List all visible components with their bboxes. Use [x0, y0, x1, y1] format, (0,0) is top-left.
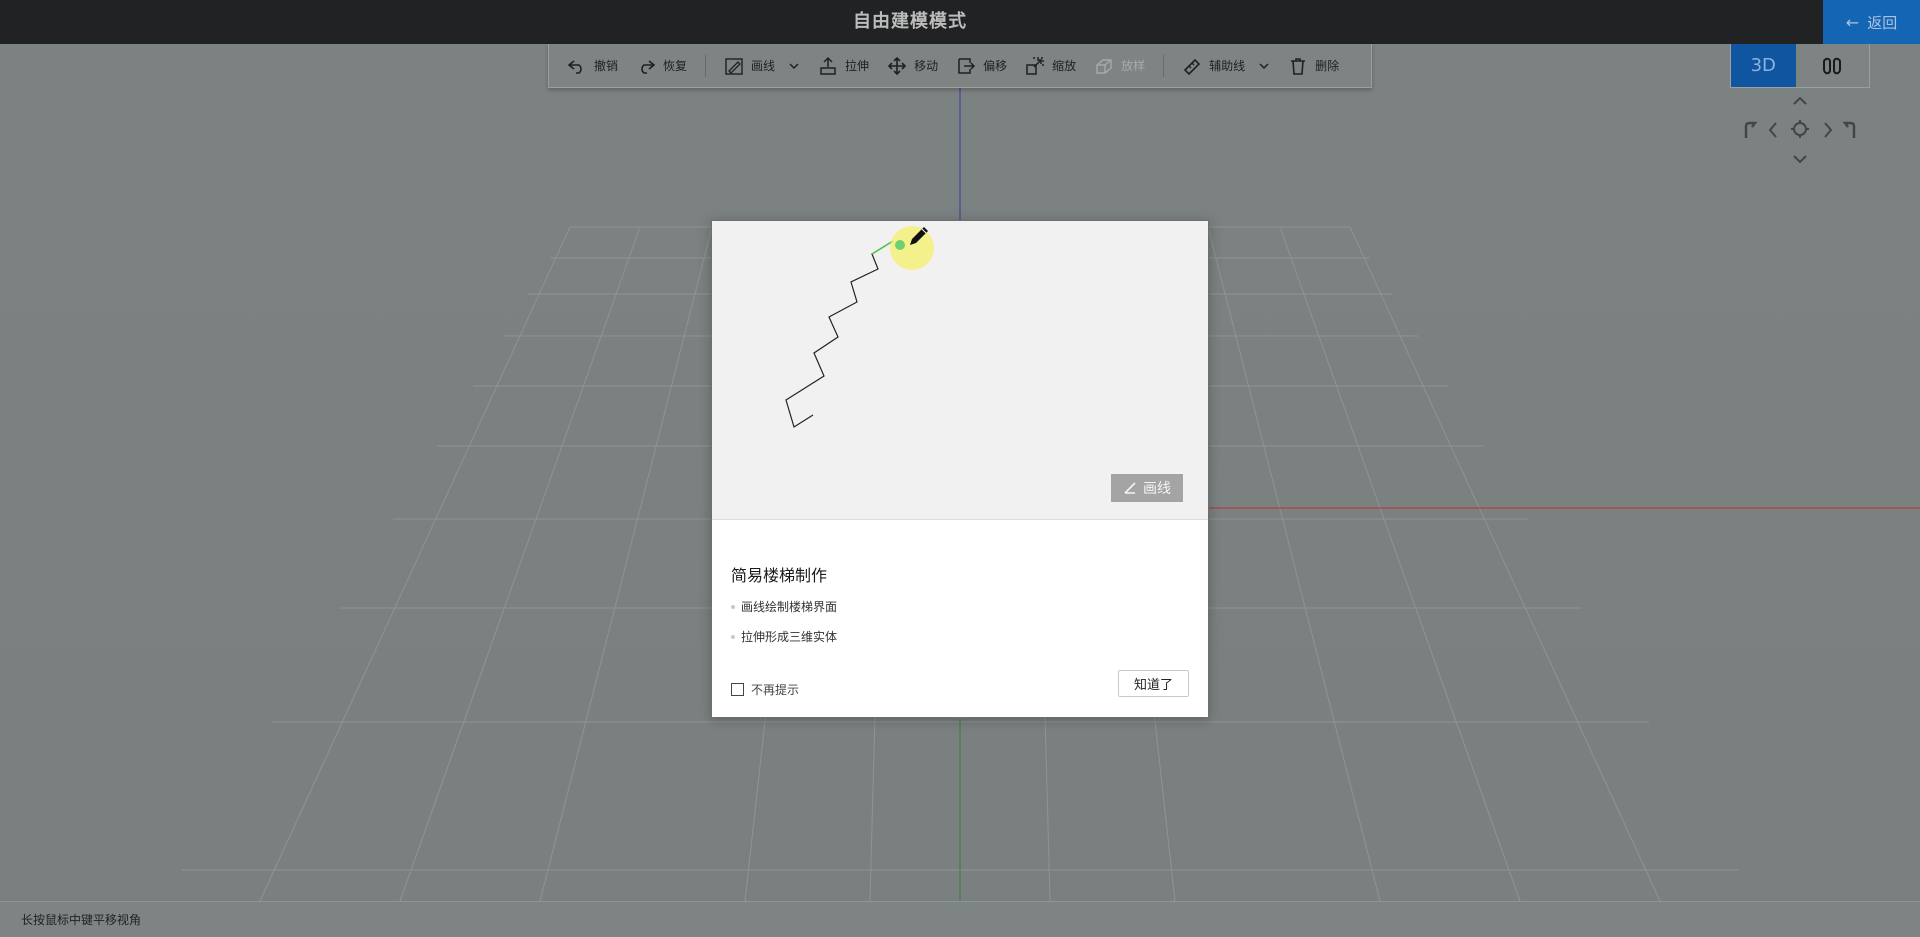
got-it-button[interactable]: 知道了 — [1118, 670, 1189, 697]
view-switch: 3D — [1730, 44, 1870, 88]
toolbar-divider — [705, 54, 707, 77]
view-3d-button[interactable]: 3D — [1731, 44, 1796, 87]
title-bar: 自由建模模式 ← 返回 — [0, 0, 1920, 44]
modeling-toolbar: 撤销 恢复 画线 拉伸 移动 偏移 缩放 放样 辅助线 删除 — [548, 44, 1372, 88]
bullet-dot-icon — [731, 604, 735, 609]
tutorial-step-text: 画线绘制楼梯界面 — [741, 600, 838, 614]
undo-icon — [567, 59, 582, 74]
app-title: 自由建模模式 — [853, 11, 967, 32]
camera-navigation — [1740, 95, 1860, 170]
arrow-left-icon: ← — [1845, 12, 1860, 32]
offset-icon — [958, 57, 976, 74]
ruler-icon — [1183, 58, 1201, 75]
draw-line-button[interactable]: 画线 — [724, 44, 800, 88]
rotate-left-icon[interactable] — [1742, 120, 1758, 140]
back-button[interactable]: ← 返回 — [1823, 0, 1920, 44]
pan-right-icon[interactable] — [1822, 121, 1834, 139]
trash-icon — [1291, 57, 1306, 75]
bullet-dot-icon — [731, 634, 735, 639]
tutorial-preview: 画线 — [712, 221, 1208, 520]
tutorial-dialog: 画线 简易楼梯制作 画线绘制楼梯界面 拉伸形成三维实体 不再提示 知道了 — [711, 220, 1209, 718]
redo-label: 恢复 — [663, 59, 688, 73]
loft-button[interactable]: 放样 — [1094, 44, 1145, 88]
dont-show-again-checkbox[interactable]: 不再提示 — [731, 681, 799, 698]
footprints-icon — [1823, 57, 1842, 74]
offset-label: 偏移 — [983, 59, 1008, 73]
tutorial-step: 画线绘制楼梯界面 — [731, 598, 837, 615]
preview-badge-label: 画线 — [1143, 481, 1171, 497]
tutorial-title: 简易楼梯制作 — [731, 566, 828, 585]
move-button[interactable]: 移动 — [887, 44, 938, 88]
center-view-icon[interactable] — [1790, 119, 1810, 139]
scale-button[interactable]: 缩放 — [1025, 44, 1076, 88]
view-2d-button[interactable] — [1795, 44, 1869, 87]
pencil-icon — [725, 57, 743, 75]
extrude-icon — [820, 56, 836, 75]
draw-line-tool-badge: 画线 — [1111, 474, 1183, 502]
extrude-label: 拉伸 — [845, 59, 870, 73]
scale-label: 缩放 — [1052, 59, 1077, 73]
tilt-down-icon[interactable] — [1792, 153, 1808, 165]
status-hint: 长按鼠标中键平移视角 — [21, 913, 142, 927]
tilt-up-icon[interactable] — [1792, 95, 1808, 107]
loft-label: 放样 — [1121, 59, 1146, 73]
move-label: 移动 — [914, 59, 939, 73]
rotate-right-icon[interactable] — [1842, 120, 1858, 140]
extrude-button[interactable]: 拉伸 — [818, 44, 869, 88]
chevron-down-icon[interactable] — [1258, 60, 1270, 72]
tutorial-step: 拉伸形成三维实体 — [731, 628, 837, 645]
offset-button[interactable]: 偏移 — [956, 44, 1007, 88]
loft-icon — [1096, 58, 1112, 74]
guide-line-label: 辅助线 — [1209, 59, 1246, 73]
checkbox-box[interactable] — [731, 683, 744, 696]
undo-label: 撤销 — [594, 59, 619, 73]
redo-button[interactable]: 恢复 — [636, 44, 687, 88]
back-button-label: 返回 — [1867, 13, 1898, 32]
move-icon — [887, 56, 907, 75]
draw-line-label: 画线 — [751, 59, 776, 73]
undo-button[interactable]: 撤销 — [567, 44, 618, 88]
draw-line-icon — [1124, 482, 1136, 494]
scale-icon — [1026, 56, 1044, 75]
guide-line-button[interactable]: 辅助线 — [1182, 44, 1270, 88]
tutorial-step-text: 拉伸形成三维实体 — [741, 630, 838, 644]
pan-left-icon[interactable] — [1767, 121, 1779, 139]
status-bar: 长按鼠标中键平移视角 — [0, 901, 1920, 937]
chevron-down-icon[interactable] — [788, 60, 800, 72]
dont-show-again-label: 不再提示 — [751, 683, 800, 697]
delete-label: 删除 — [1315, 59, 1340, 73]
redo-icon — [641, 59, 656, 74]
delete-button[interactable]: 删除 — [1288, 44, 1339, 88]
toolbar-divider — [1163, 54, 1165, 77]
